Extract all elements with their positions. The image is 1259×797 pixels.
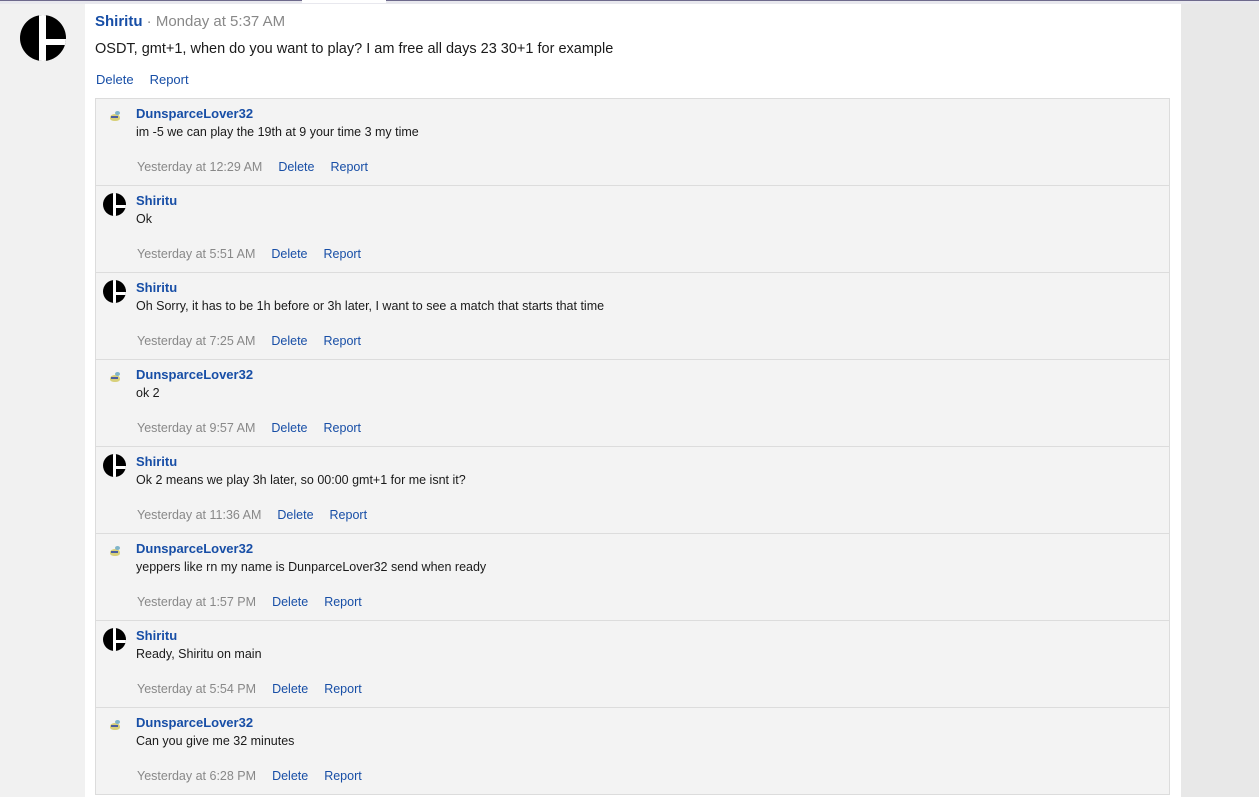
comment-report-link[interactable]: Report [330, 508, 368, 522]
comment-meta: Yesterday at 7:25 AM Delete Report [137, 334, 377, 348]
comment-time[interactable]: Yesterday at 9:57 AM [137, 421, 255, 435]
comment-time[interactable]: Yesterday at 7:25 AM [137, 334, 255, 348]
comment-text: Ok 2 means we play 3h later, so 00:00 gm… [136, 473, 466, 487]
comment-text: yeppers like rn my name is DunparceLover… [136, 560, 487, 574]
comment-meta: Yesterday at 5:51 AM Delete Report [137, 247, 377, 261]
comment-list: DunsparceLover32 im -5 we can play the 19… [95, 98, 1170, 795]
comment-meta: Yesterday at 5:54 PM Delete Report [137, 682, 378, 696]
dunsparce-avatar[interactable] [108, 718, 122, 732]
comment-item: Shiritu Ok 2 means we play 3h later, so 0… [95, 447, 1170, 534]
comment-item: DunsparceLover32 im -5 we can play the 19… [95, 98, 1170, 186]
post-body: OSDT, gmt+1, when do you want to play? I… [95, 41, 614, 57]
top-border [0, 0, 1259, 1]
comment-text: Can you give me 32 minutes [136, 734, 295, 748]
comment-time[interactable]: Yesterday at 5:51 AM [137, 247, 255, 261]
active-tab-indicator [302, 0, 386, 3]
comment-meta: Yesterday at 1:57 PM Delete Report [137, 595, 378, 609]
comment-time[interactable]: Yesterday at 6:28 PM [137, 769, 256, 783]
post-time[interactable]: Monday at 5:37 AM [156, 13, 285, 30]
comment-meta: Yesterday at 12:29 AM Delete Report [137, 160, 384, 174]
smash-logo-avatar[interactable] [103, 280, 126, 303]
comment-time[interactable]: Yesterday at 1:57 PM [137, 595, 256, 609]
smash-logo-avatar[interactable] [103, 454, 126, 477]
comment-item: Shiritu Ok Yesterday at 5:51 AM Delete Repor… [95, 186, 1170, 273]
comment-time[interactable]: Yesterday at 11:36 AM [137, 508, 261, 522]
comment-delete-link[interactable]: Delete [271, 334, 307, 348]
post-author-link[interactable]: Shiritu [95, 13, 143, 30]
comment-author-link[interactable]: DunsparceLover32 [136, 541, 253, 556]
comment-delete-link[interactable]: Delete [272, 682, 308, 696]
post-separator: · [142, 13, 156, 30]
comment-text: Ok [136, 212, 152, 226]
comment-item: DunsparceLover32 yeppers like rn my name … [95, 534, 1170, 621]
comment-meta: Yesterday at 9:57 AM Delete Report [137, 421, 377, 435]
comment-text: Ready, Shiritu on main [136, 647, 262, 661]
comment-report-link[interactable]: Report [330, 160, 368, 174]
comment-text: Oh Sorry, it has to be 1h before or 3h l… [136, 299, 605, 313]
comment-report-link[interactable]: Report [324, 682, 362, 696]
comment-report-link[interactable]: Report [324, 334, 362, 348]
comment-meta: Yesterday at 11:36 AM Delete Report [137, 508, 383, 522]
post-report-link[interactable]: Report [150, 72, 189, 87]
comment-author-link[interactable]: Shiritu [136, 280, 177, 295]
comment-report-link[interactable]: Report [324, 595, 362, 609]
comment-delete-link[interactable]: Delete [278, 160, 314, 174]
smash-logo-avatar[interactable] [20, 15, 66, 61]
dunsparce-avatar[interactable] [108, 370, 122, 384]
comment-report-link[interactable]: Report [324, 421, 362, 435]
comment-delete-link[interactable]: Delete [271, 421, 307, 435]
comment-delete-link[interactable]: Delete [272, 595, 308, 609]
comment-meta: Yesterday at 6:28 PM Delete Report [137, 769, 378, 783]
smash-logo-avatar[interactable] [103, 628, 126, 651]
comment-delete-link[interactable]: Delete [272, 769, 308, 783]
comment-item: Shiritu Oh Sorry, it has to be 1h before … [95, 273, 1170, 360]
comment-author-link[interactable]: DunsparceLover32 [136, 367, 253, 382]
post-delete-link[interactable]: Delete [96, 72, 134, 87]
comment-delete-link[interactable]: Delete [277, 508, 313, 522]
comment-author-link[interactable]: DunsparceLover32 [136, 715, 253, 730]
left-sidebar [0, 4, 86, 797]
comment-text: ok 2 [136, 386, 160, 400]
comment-author-link[interactable]: DunsparceLover32 [136, 106, 253, 121]
post-header: Shiritu · Monday at 5:37 AM [95, 13, 285, 30]
comment-item: DunsparceLover32 ok 2 Yesterday at 9:57 AM… [95, 360, 1170, 447]
comment-time[interactable]: Yesterday at 12:29 AM [137, 160, 262, 174]
comment-author-link[interactable]: Shiritu [136, 193, 177, 208]
comment-item: DunsparceLover32 Can you give me 32 minut… [95, 708, 1170, 795]
comment-author-link[interactable]: Shiritu [136, 628, 177, 643]
comment-text: im -5 we can play the 19th at 9 your tim… [136, 125, 419, 139]
comment-delete-link[interactable]: Delete [271, 247, 307, 261]
comment-time[interactable]: Yesterday at 5:54 PM [137, 682, 256, 696]
comment-author-link[interactable]: Shiritu [136, 454, 177, 469]
dunsparce-avatar[interactable] [108, 109, 122, 123]
comment-item: Shiritu Ready, Shiritu on main Yesterday a… [95, 621, 1170, 708]
dunsparce-avatar[interactable] [108, 544, 122, 558]
right-gutter [1181, 4, 1259, 797]
comment-report-link[interactable]: Report [324, 247, 362, 261]
comment-report-link[interactable]: Report [324, 769, 362, 783]
smash-logo-avatar[interactable] [103, 193, 126, 216]
post-actions: Delete Report [96, 72, 205, 87]
